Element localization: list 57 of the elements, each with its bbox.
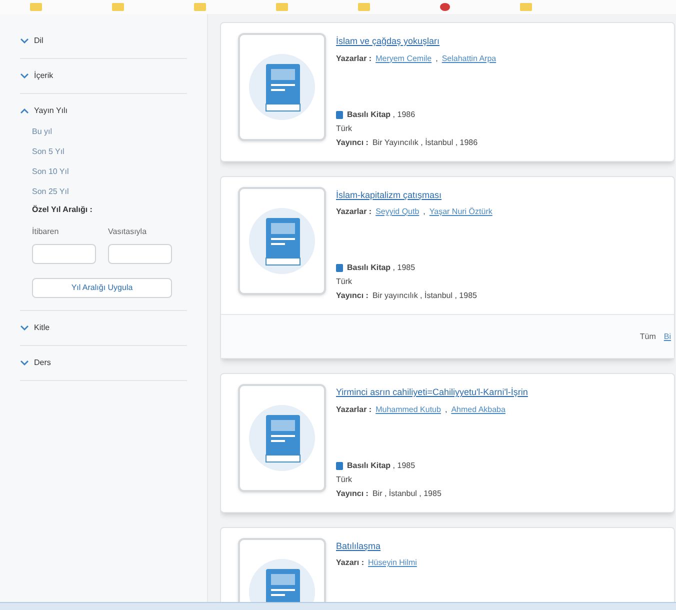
publisher-label: Yayıncı : [336,488,368,500]
author-link[interactable]: Ahmed Akbaba [451,404,506,416]
format-text: Basılı Kitap , 1985 [347,262,416,274]
publisher-text: Bir Yayıncılık , İstanbul , 1986 [372,136,478,148]
format-text: Basılı Kitap , 1985 [347,460,416,472]
author-link[interactable]: Meryem Cemile [376,52,432,64]
folder-icon[interactable] [112,3,124,11]
apply-range-button[interactable]: Yıl Aralığı Uygula [32,278,172,298]
folder-icon[interactable] [358,3,370,11]
from-year-field[interactable] [32,244,96,264]
filter-option[interactable]: Son 10 Yıl [32,162,187,182]
author-link[interactable]: Selahattin Arpa [442,52,496,64]
site-icon[interactable] [440,3,450,11]
folder-icon[interactable] [30,3,42,11]
author-label: Yazarı : [336,557,364,569]
author-link[interactable]: Yaşar Nuri Öztürk [429,206,492,218]
book-title-link[interactable]: İslam-kapitalizm çatışması [336,188,492,202]
publisher-label: Yayıncı : [336,136,368,148]
filter-option[interactable]: Son 5 Yıl [32,142,187,162]
language-text: Türk [336,474,353,486]
author-label: Yazarlar : [336,52,372,64]
separator: , [436,52,438,64]
separator: , [444,404,448,416]
to-year-field[interactable] [108,244,172,264]
publisher-text: Bir , İstanbul , 1985 [372,488,442,500]
book-title-link[interactable]: İslam ve çağdaş yokuşları [336,35,496,48]
author-link[interactable]: Hüseyin Hilmi [368,557,417,569]
chevron-down-icon [20,73,29,79]
folder-icon[interactable] [520,3,532,11]
filter-toggle[interactable]: Ders [20,346,51,380]
from-label: İtibaren [32,226,60,238]
author-label: Yazarlar : [336,404,372,416]
chevron-down-icon [20,38,29,44]
chevron-down-icon [20,325,29,331]
language-text: Türk [336,276,353,288]
footer-text: Tüm [640,330,656,342]
footer-link[interactable]: Bi [664,330,671,342]
to-label: Vasıtasıyla [108,226,148,238]
author-label: Yazarlar : [336,206,372,218]
filter-toggle[interactable]: Dil [20,24,44,58]
filter-option[interactable]: Son 25 Yıl [32,182,187,202]
book-title-link[interactable]: Yirminci asrın cahiliyeti=Cahiliyyetu'l-Karni'l-İşrin [336,386,528,400]
language-text: Türk [336,122,353,134]
publisher-label: Yayıncı : [336,290,368,302]
filter-toggle[interactable]: İçerik [20,59,54,93]
author-link[interactable]: Seyyid Qutb [376,206,420,218]
author-link[interactable]: Muhammed Kutub [376,404,441,416]
filter-toggle[interactable]: Kitle [20,311,50,345]
chevron-up-icon [20,108,29,114]
publisher-text: Bir yayıncılık , İstanbul , 1985 [372,290,477,302]
folder-icon[interactable] [194,3,206,11]
separator: , [423,206,426,218]
book-title-link[interactable]: Batılılaşma [336,540,417,553]
folder-icon[interactable] [276,3,288,11]
chevron-down-icon [20,360,29,366]
custom-range-label: Özel Yıl Aralığı : [32,204,94,216]
format-text: Basılı Kitap , 1986 [347,108,416,120]
